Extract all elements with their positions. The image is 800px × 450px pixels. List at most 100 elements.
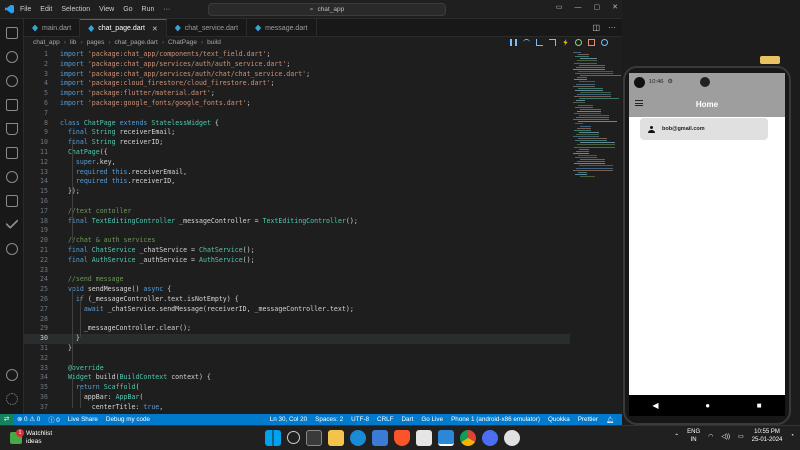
file-explorer-icon[interactable] (328, 430, 344, 446)
github-icon[interactable] (6, 243, 18, 255)
menu-run[interactable]: Run (142, 6, 155, 13)
tray-chevron-icon[interactable]: ⌃ (674, 433, 679, 440)
notification-center-icon[interactable]: ◔ (790, 433, 794, 439)
code-line[interactable]: 6 import 'package:google_fonts/google_fon… (24, 99, 570, 109)
minimap[interactable] (570, 48, 622, 414)
breadcrumb-item[interactable]: lib (70, 39, 77, 46)
language-mode[interactable]: Dart (397, 416, 417, 423)
code-line[interactable]: 1 import 'package:chat_app/components/tex… (24, 50, 570, 60)
breadcrumb-item[interactable]: build (207, 39, 221, 46)
phone-screen[interactable]: 10:46 ⚙ Home bob@gmail.com ◀ ● ■ (629, 73, 785, 416)
step-over-icon[interactable] (523, 39, 530, 46)
code-line[interactable]: 15 }); (24, 187, 570, 197)
code-line[interactable]: 17 //text contoller (24, 207, 570, 217)
code-line[interactable]: 21 final ChatService _chatService = Chat… (24, 246, 570, 256)
menu-icon[interactable] (635, 100, 643, 106)
pause-icon[interactable] (510, 39, 517, 46)
notifications-bell-icon[interactable]: 🔔︎ (602, 416, 618, 424)
search-taskbar-icon[interactable] (287, 431, 300, 444)
code-line[interactable]: 24 //send message (24, 275, 570, 285)
code-line[interactable]: 37 centerTitle: true, (24, 403, 570, 413)
stop-icon[interactable] (588, 39, 595, 46)
code-line[interactable]: 23 (24, 266, 570, 276)
code-line[interactable]: 27 await _chatService.sendMessage(receiv… (24, 305, 570, 315)
info-indicator[interactable]: ⓘ 0 (44, 415, 64, 424)
home-nav-icon[interactable]: ● (705, 401, 710, 410)
indentation[interactable]: Spaces: 2 (311, 416, 347, 423)
search-sidebar-icon[interactable] (6, 51, 18, 63)
code-line[interactable]: 22 final AuthService _authService = Auth… (24, 256, 570, 266)
wifi-icon[interactable]: ◠ (708, 433, 713, 440)
back-nav-icon[interactable]: ◀ (652, 401, 658, 410)
code-line[interactable]: 13 required this.receiverEmail, (24, 168, 570, 178)
code-line[interactable]: 36 appBar: AppBar( (24, 393, 570, 403)
code-line[interactable]: 19 (24, 226, 570, 236)
code-editor[interactable]: 1 import 'package:chat_app/components/tex… (24, 48, 570, 414)
hot-reload-icon[interactable] (563, 39, 568, 46)
code-line[interactable]: 33 @override (24, 364, 570, 374)
menu-edit[interactable]: Edit (40, 6, 52, 13)
remote-explorer-icon[interactable] (6, 147, 18, 159)
code-line[interactable]: 16 (24, 197, 570, 207)
line-ending[interactable]: CRLF (373, 416, 397, 423)
problems-indicator[interactable]: ⊗ 0 ⚠ 0 (13, 416, 44, 423)
windows-start-icon[interactable] (265, 430, 281, 446)
breadcrumb-item[interactable]: chat_page.dart (115, 39, 158, 46)
debug-status[interactable]: Debug my code (102, 416, 154, 423)
chrome-icon[interactable] (460, 430, 476, 446)
user-tile[interactable]: bob@gmail.com (640, 118, 768, 140)
code-line[interactable]: 5 import 'package:flutter/material.dart'; (24, 89, 570, 99)
code-line[interactable]: 20 //chat & auth services (24, 236, 570, 246)
menu-file[interactable]: File (20, 6, 31, 13)
extensions-icon[interactable] (6, 99, 18, 111)
quokka-status[interactable]: Quokka (544, 416, 574, 423)
run-debug-icon[interactable] (6, 171, 18, 183)
breadcrumb-item[interactable]: ChatPage (168, 39, 197, 46)
menu-more[interactable]: ··· (163, 6, 170, 13)
code-line[interactable]: 3 import 'package:chat_app/services/auth/… (24, 70, 570, 80)
android-studio-icon[interactable] (504, 430, 520, 446)
code-line[interactable]: 18 final TextEditingController _messageC… (24, 217, 570, 227)
close-tab-icon[interactable]: ✕ (152, 25, 158, 33)
settings-gear-icon[interactable] (6, 393, 18, 405)
tab-chat-service-dart[interactable]: chat_service.dart (167, 19, 248, 37)
watchlist-widget[interactable]: 1 Watchlist ideas (10, 429, 52, 446)
account-icon[interactable] (6, 369, 18, 381)
menu-view[interactable]: View (99, 6, 114, 13)
checkmark-icon[interactable] (5, 215, 19, 230)
tab-main-dart[interactable]: main.dart (24, 19, 81, 37)
code-line[interactable]: 32 (24, 354, 570, 364)
code-line[interactable]: 7 (24, 109, 570, 119)
more-actions-icon[interactable]: ··· (608, 23, 616, 32)
volume-icon[interactable]: ◁)) (721, 433, 730, 440)
code-line[interactable]: 4 import 'package:cloud_firestore/cloud_f… (24, 79, 570, 89)
notes-icon[interactable] (416, 430, 432, 446)
code-line[interactable]: 28 (24, 315, 570, 325)
code-line[interactable]: 30 } (24, 334, 570, 344)
code-line[interactable]: 35 return Scaffold( (24, 383, 570, 393)
restart-icon[interactable] (575, 39, 582, 46)
vscode-taskbar-icon[interactable] (438, 430, 454, 446)
explorer-icon[interactable] (6, 27, 18, 39)
step-into-icon[interactable] (536, 39, 543, 46)
layout-icon[interactable]: ▭ (556, 3, 563, 11)
tab-chat-page-dart[interactable]: chat_page.dart ✕ (80, 19, 167, 37)
inspect-icon[interactable] (601, 39, 608, 46)
clock[interactable]: 10:55 PM 25-01-2024 (752, 428, 783, 444)
menu-go[interactable]: Go (123, 6, 132, 13)
task-view-icon[interactable] (306, 430, 322, 446)
language-indicator[interactable]: ENG IN (687, 428, 700, 444)
store-icon[interactable] (372, 430, 388, 446)
code-line[interactable]: 10 final String receiverID; (24, 138, 570, 148)
code-line[interactable]: 26 if (_messageController.text.isNotEmpt… (24, 295, 570, 305)
breadcrumb-item[interactable]: chat_app (33, 39, 60, 46)
cursor-position[interactable]: Ln 30, Col 20 (266, 416, 311, 423)
code-line[interactable]: 14 required this.receiverID, (24, 177, 570, 187)
code-line[interactable]: 12 super.key, (24, 158, 570, 168)
live-share-icon[interactable] (6, 195, 18, 207)
code-line[interactable]: 11 ChatPage({ (24, 148, 570, 158)
testing-icon[interactable] (6, 123, 18, 135)
live-share-status[interactable]: Live Share (64, 416, 102, 423)
tab-message-dart[interactable]: message.dart (247, 19, 317, 37)
code-line[interactable]: 8 class ChatPage extends StatelessWidget … (24, 119, 570, 129)
